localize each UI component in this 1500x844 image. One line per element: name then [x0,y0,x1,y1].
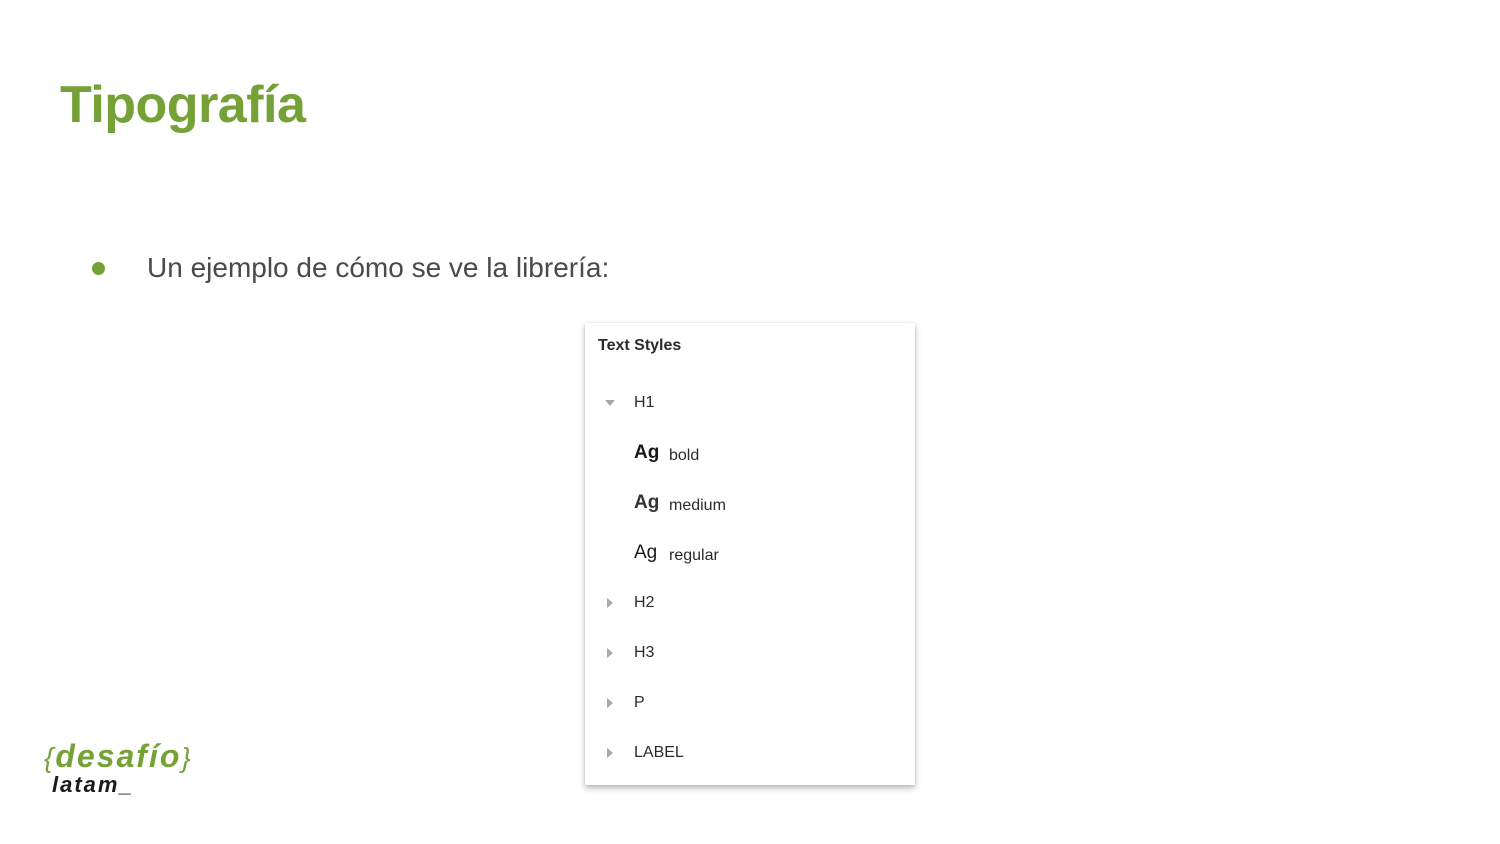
text-style-h1-regular[interactable]: Ag regular [585,528,915,578]
tree-group-label[interactable]: LABEL [585,728,915,778]
tree-group-h1[interactable]: H1 [585,378,915,428]
tree-group-p[interactable]: P [585,678,915,728]
logo-wordmark: {desafío} [44,738,193,775]
style-sample: Ag [634,542,658,563]
style-sample: Ag [634,492,660,513]
group-label: H2 [634,594,655,611]
caret-down-icon[interactable] [605,398,615,408]
tree-group-h3[interactable]: H3 [585,628,915,678]
text-styles-panel: Text Styles H1 Ag bold Ag medium Ag regu… [585,323,915,785]
desafio-latam-logo: {desafío} latam_ [44,738,204,798]
style-name: bold [669,447,700,464]
group-label: LABEL [634,744,684,761]
group-label: H1 [634,394,655,411]
slide-title: Tipografía [60,76,306,134]
caret-right-icon[interactable] [605,698,615,708]
caret-right-icon[interactable] [605,648,615,658]
logo-word: desafío [55,738,182,774]
panel-header: Text Styles [598,337,682,354]
logo-open-brace: { [44,742,56,773]
text-style-h1-medium[interactable]: Ag medium [585,478,915,528]
style-name: regular [669,547,719,564]
logo-close-brace: } [181,742,193,773]
bullet-item: Un ejemplo de cómo se ve la librería: [92,248,609,288]
group-label: P [634,694,645,711]
tree-group-h2[interactable]: H2 [585,578,915,628]
group-label: H3 [634,644,655,661]
bullet-dot-icon [92,261,105,275]
bullet-text: Un ejemplo de cómo se ve la librería: [147,252,610,283]
style-name: medium [669,497,726,514]
text-style-h1-bold[interactable]: Ag bold [585,428,915,478]
caret-right-icon[interactable] [605,748,615,758]
caret-right-icon[interactable] [605,598,615,608]
style-sample: Ag [634,442,660,463]
logo-subtext: latam_ [52,772,134,797]
